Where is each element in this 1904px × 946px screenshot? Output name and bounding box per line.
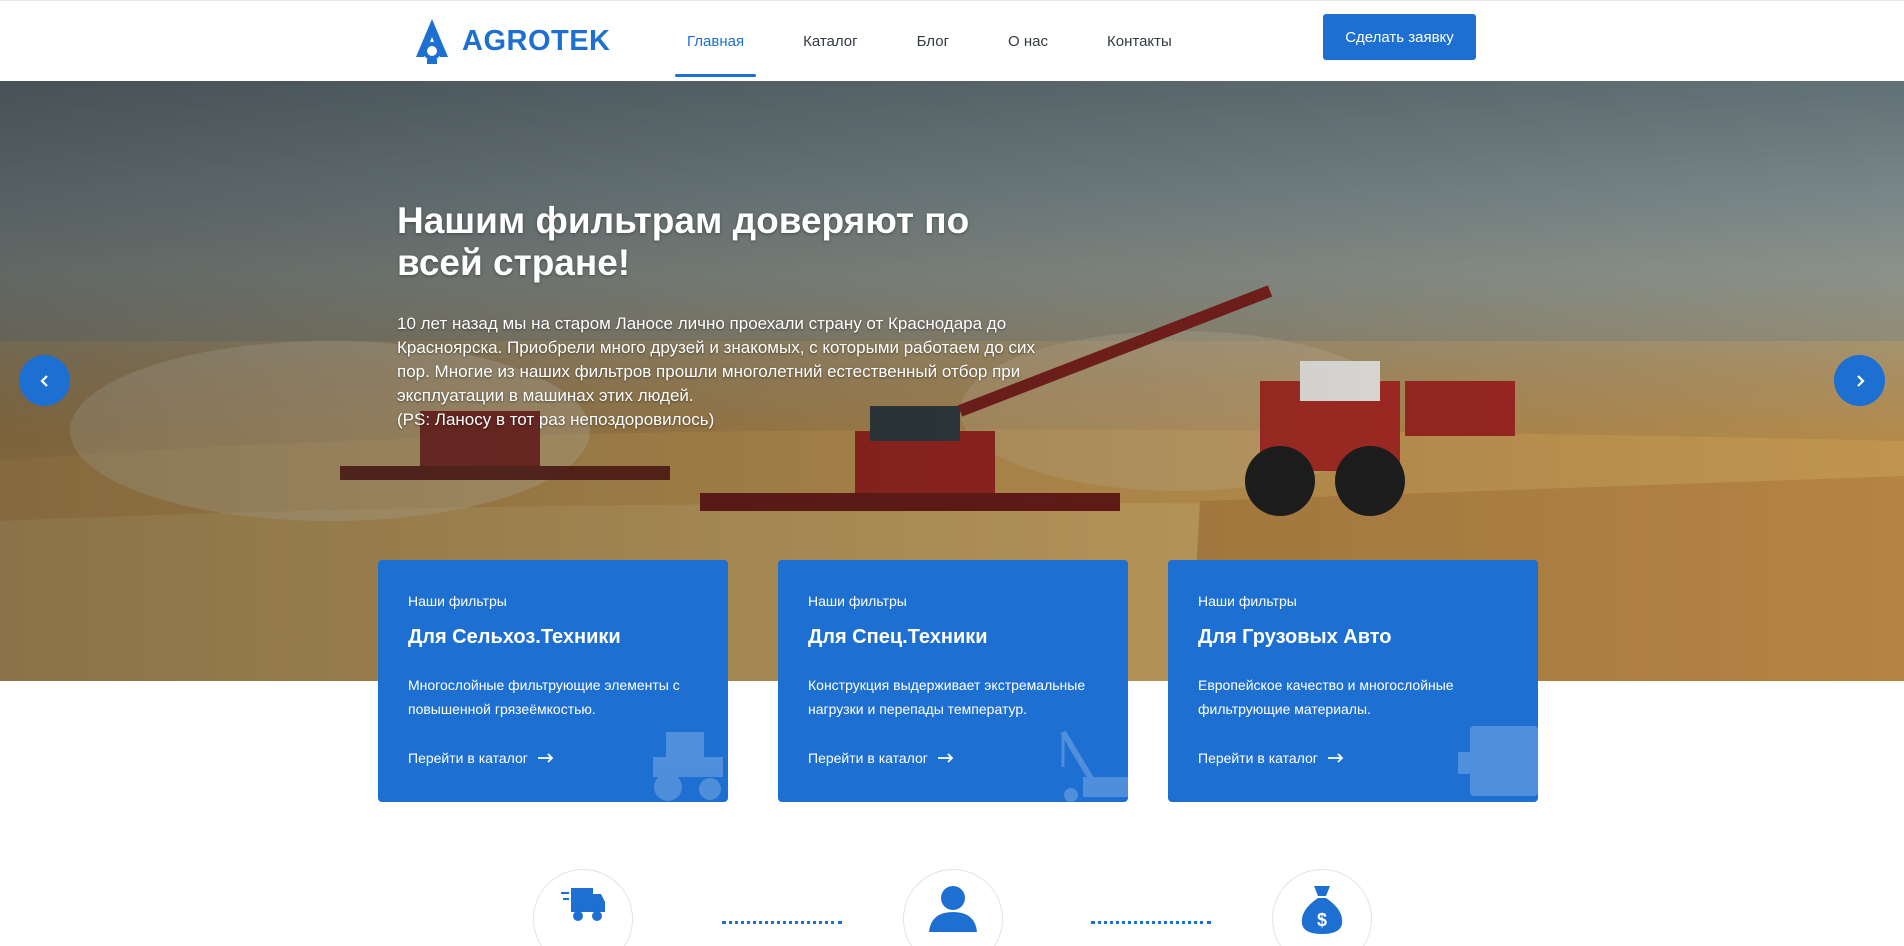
card-title: Для Грузовых Авто bbox=[1198, 626, 1392, 648]
chevron-right-icon bbox=[1856, 374, 1865, 387]
card-title: Для Спец.Техники bbox=[808, 626, 988, 648]
card-catalog-link[interactable]: Перейти в каталог bbox=[408, 750, 554, 766]
card-agricultural: Наши фильтры Для Сельхоз.Техники Многосл… bbox=[378, 560, 728, 802]
process-step-delivery bbox=[533, 869, 633, 946]
slider-next-button[interactable] bbox=[1834, 355, 1885, 406]
card-special: Наши фильтры Для Спец.Техники Конструкци… bbox=[778, 560, 1128, 802]
process-step-payment: $ bbox=[1272, 869, 1372, 946]
nav-item-about[interactable]: О нас bbox=[996, 1, 1060, 82]
card-link-label: Перейти в каталог bbox=[408, 750, 528, 766]
card-trucks: Наши фильтры Для Грузовых Авто Европейск… bbox=[1168, 560, 1538, 802]
card-kicker: Наши фильтры bbox=[408, 593, 507, 609]
request-button[interactable]: Сделать заявку bbox=[1323, 14, 1476, 60]
hero-text-ps: (PS: Ланосу в тот раз непоздоровилось) bbox=[397, 410, 715, 429]
truck-icon bbox=[1458, 726, 1538, 796]
svg-text:$: $ bbox=[1317, 910, 1327, 930]
site-header: AGROTEK Главная Каталог Блог О нас Конта… bbox=[0, 0, 1904, 81]
process-steps: $ bbox=[0, 860, 1904, 946]
card-description: Конструкция выдерживает экстремальные на… bbox=[808, 677, 1086, 717]
money-bag-icon: $ bbox=[1301, 886, 1343, 934]
logo[interactable]: AGROTEK bbox=[412, 15, 611, 67]
nav-item-home[interactable]: Главная bbox=[675, 1, 757, 82]
arrow-right-icon bbox=[937, 753, 954, 763]
hero-text-main: 10 лет назад мы на старом Ланосе лично п… bbox=[397, 314, 1035, 405]
delivery-truck-icon bbox=[561, 888, 605, 921]
main-nav: Главная Каталог Блог О нас Контакты bbox=[675, 1, 1219, 82]
tractor-icon bbox=[653, 732, 723, 801]
nav-item-blog[interactable]: Блог bbox=[905, 1, 961, 82]
process-connector bbox=[1091, 921, 1211, 924]
card-kicker: Наши фильтры bbox=[808, 593, 907, 609]
arrow-right-icon bbox=[537, 753, 554, 763]
hero-title: Нашим фильтрам доверяют по всей стране! bbox=[397, 200, 970, 283]
process-connector bbox=[722, 921, 842, 924]
nav-item-contacts[interactable]: Контакты bbox=[1095, 1, 1184, 82]
logo-text: AGROTEK bbox=[462, 24, 611, 57]
nav-item-catalog[interactable]: Каталог bbox=[791, 1, 870, 82]
card-catalog-link[interactable]: Перейти в каталог bbox=[808, 750, 954, 766]
page: AGROTEK Главная Каталог Блог О нас Конта… bbox=[0, 0, 1904, 946]
card-catalog-link[interactable]: Перейти в каталог bbox=[1198, 750, 1344, 766]
arrow-right-icon bbox=[1327, 753, 1344, 763]
card-link-label: Перейти в каталог bbox=[1198, 750, 1318, 766]
slider-prev-button[interactable] bbox=[19, 355, 70, 406]
logo-icon bbox=[416, 19, 448, 64]
person-icon bbox=[929, 886, 977, 932]
card-description: Многослойные фильтрующие элементы с повы… bbox=[408, 677, 680, 717]
chevron-left-icon bbox=[39, 374, 48, 387]
crane-icon bbox=[1060, 730, 1128, 802]
card-description: Европейское качество и многослойные филь… bbox=[1198, 677, 1454, 717]
process-step-manager bbox=[903, 869, 1003, 946]
card-title: Для Сельхоз.Техники bbox=[408, 626, 621, 648]
card-link-label: Перейти в каталог bbox=[808, 750, 928, 766]
hero-description: 10 лет назад мы на старом Ланосе лично п… bbox=[397, 312, 1047, 432]
card-kicker: Наши фильтры bbox=[1198, 593, 1297, 609]
